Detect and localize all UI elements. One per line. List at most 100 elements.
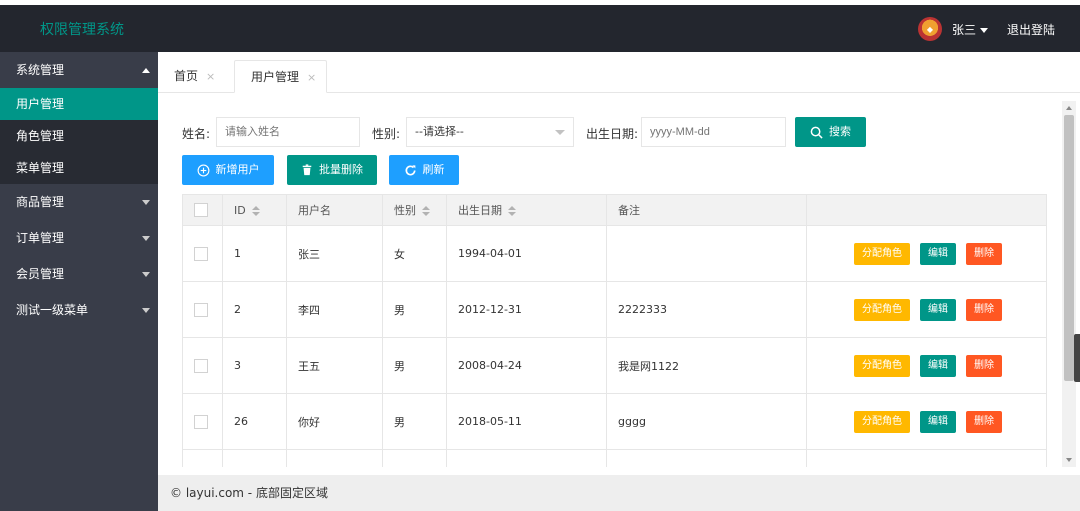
row-checkbox[interactable] <box>194 358 208 373</box>
app-logo[interactable]: 权限管理系统 <box>40 19 124 39</box>
sidebar-item-menu-management[interactable]: 菜单管理 <box>0 152 158 184</box>
chevron-down-icon <box>555 130 565 135</box>
chevron-down-icon[interactable] <box>980 27 989 33</box>
row-actions: 分配角色 编辑 删除 <box>818 242 1046 265</box>
assign-role-button[interactable]: 分配角色 <box>854 298 910 321</box>
cell-actions: 分配角色 编辑 删除 <box>806 225 1047 282</box>
close-icon[interactable]: × <box>307 71 316 84</box>
birth-date-input[interactable] <box>641 117 786 147</box>
sidebar-group-test[interactable]: 测试一级菜单 <box>0 292 158 328</box>
cell-id: 2 <box>222 281 287 338</box>
sidebar-group-orders[interactable]: 订单管理 <box>0 220 158 256</box>
chevron-down-icon <box>142 272 150 277</box>
table-row: 1 张三 女 1994-04-01 分配角色 编辑 删除 <box>182 225 1047 282</box>
scrollbar-thumb[interactable] <box>1064 115 1074 381</box>
cell-actions: 分配角色 编辑 删除 <box>806 337 1047 394</box>
cell-actions: 分配角色 编辑 删除 <box>806 281 1047 338</box>
cell-birth: 2018-05-11 <box>446 393 607 450</box>
select-all-checkbox[interactable] <box>194 203 208 217</box>
column-header-label: 用户名 <box>298 204 331 217</box>
gender-select[interactable]: --请选择-- <box>406 117 574 147</box>
search-button-label: 搜索 <box>829 125 851 138</box>
row-select-cell <box>182 337 223 394</box>
sidebar-item-user-management[interactable]: 用户管理 <box>0 88 158 120</box>
user-table: ID 用户名 性别 出生日期 备注 1 张三 女 1994-04-01 分配角色… <box>182 194 1047 467</box>
assign-role-button[interactable]: 分配角色 <box>854 354 910 377</box>
close-icon[interactable]: × <box>206 70 215 83</box>
page-footer: © layui.com - 底部固定区域 <box>158 475 1080 511</box>
sidebar-group-label: 会员管理 <box>16 267 65 281</box>
column-header-label: 性别 <box>394 204 416 217</box>
assign-role-button[interactable]: 分配角色 <box>854 242 910 265</box>
column-header-remark: 备注 <box>606 194 807 226</box>
user-menu[interactable]: ◆ 张三 <box>918 17 989 41</box>
row-actions: 分配角色 编辑 删除 <box>818 298 1046 321</box>
cell-username: 你好 <box>286 393 383 450</box>
tab-home[interactable]: 首页 × <box>158 60 225 93</box>
cell-remark: 我是网1122 <box>606 337 807 394</box>
delete-button[interactable]: 删除 <box>966 242 1002 265</box>
cell-id: 1 <box>222 225 287 282</box>
table-header-row: ID 用户名 性别 出生日期 备注 <box>182 194 1047 226</box>
search-icon <box>810 126 823 139</box>
row-checkbox[interactable] <box>194 414 208 429</box>
assign-role-button[interactable]: 分配角色 <box>854 410 910 433</box>
refresh-button[interactable]: 刷新 <box>389 155 459 185</box>
sidebar-group-label: 系统管理 <box>16 63 65 77</box>
main-content: 姓名: 性别: --请选择-- 出生日期: 搜索 新增用户 批量删除 刷新 ID… <box>158 93 1062 467</box>
tab-bar: 首页 × 用户管理 × <box>158 52 1080 93</box>
birth-label: 出生日期: <box>586 127 639 141</box>
row-checkbox[interactable] <box>194 246 208 261</box>
sort-icon[interactable] <box>251 205 260 216</box>
column-header-id[interactable]: ID <box>222 194 287 226</box>
sidebar-group-system[interactable]: 系统管理 <box>0 52 158 88</box>
cell-id: 3 <box>222 337 287 394</box>
scroll-up-icon[interactable] <box>1066 106 1072 110</box>
delete-button[interactable]: 删除 <box>966 410 1002 433</box>
delete-button[interactable]: 删除 <box>966 298 1002 321</box>
side-drawer-handle[interactable] <box>1074 334 1080 382</box>
edit-button[interactable]: 编辑 <box>920 242 956 265</box>
row-select-cell <box>182 393 223 450</box>
delete-button[interactable]: 删除 <box>966 354 1002 377</box>
cell-remark: gggg <box>606 393 807 450</box>
column-header-birth[interactable]: 出生日期 <box>446 194 607 226</box>
sidebar-group-products[interactable]: 商品管理 <box>0 184 158 220</box>
logout-link[interactable]: 退出登陆 <box>1007 21 1055 38</box>
trash-icon <box>302 164 312 176</box>
username[interactable]: 张三 <box>952 21 976 38</box>
sidebar-item-role-management[interactable]: 角色管理 <box>0 120 158 152</box>
cell-username: 李四 <box>286 281 383 338</box>
search-button[interactable]: 搜索 <box>795 117 866 147</box>
cell-gender: 男 <box>382 281 447 338</box>
name-input[interactable] <box>216 117 360 147</box>
cell-gender: 男 <box>382 337 447 394</box>
batch-delete-button[interactable]: 批量删除 <box>287 155 377 185</box>
column-header-label: ID <box>234 203 246 217</box>
plus-circle-icon <box>197 164 209 176</box>
sort-icon[interactable] <box>508 206 516 216</box>
edit-button[interactable]: 编辑 <box>920 298 956 321</box>
select-all-cell <box>182 194 223 226</box>
content-scrollbar[interactable] <box>1062 101 1076 467</box>
scroll-down-icon[interactable] <box>1066 458 1072 462</box>
sidebar: 系统管理 用户管理 角色管理 菜单管理 商品管理 订单管理 会员管理 测试一级菜… <box>0 52 158 511</box>
table-row: 26 你好 男 2018-05-11 gggg 分配角色 编辑 删除 <box>182 393 1047 450</box>
column-header-gender[interactable]: 性别 <box>382 194 447 226</box>
sidebar-group-label: 商品管理 <box>16 195 65 209</box>
edit-button[interactable]: 编辑 <box>920 354 956 377</box>
row-checkbox[interactable] <box>194 302 208 317</box>
cell-gender: 女 <box>382 225 447 282</box>
tab-user-management[interactable]: 用户管理 × <box>234 60 328 93</box>
sidebar-group-members[interactable]: 会员管理 <box>0 256 158 292</box>
sort-icon[interactable] <box>422 206 430 216</box>
column-header-label: 备注 <box>618 204 640 217</box>
tab-label: 用户管理 <box>251 70 300 84</box>
cell-id: 26 <box>222 393 287 450</box>
add-user-button[interactable]: 新增用户 <box>182 155 274 185</box>
column-header-username: 用户名 <box>286 194 383 226</box>
cell-username: 王五 <box>286 337 383 394</box>
edit-button[interactable]: 编辑 <box>920 410 956 433</box>
row-actions: 分配角色 编辑 删除 <box>818 410 1046 433</box>
user-avatar[interactable]: ◆ <box>918 17 942 41</box>
